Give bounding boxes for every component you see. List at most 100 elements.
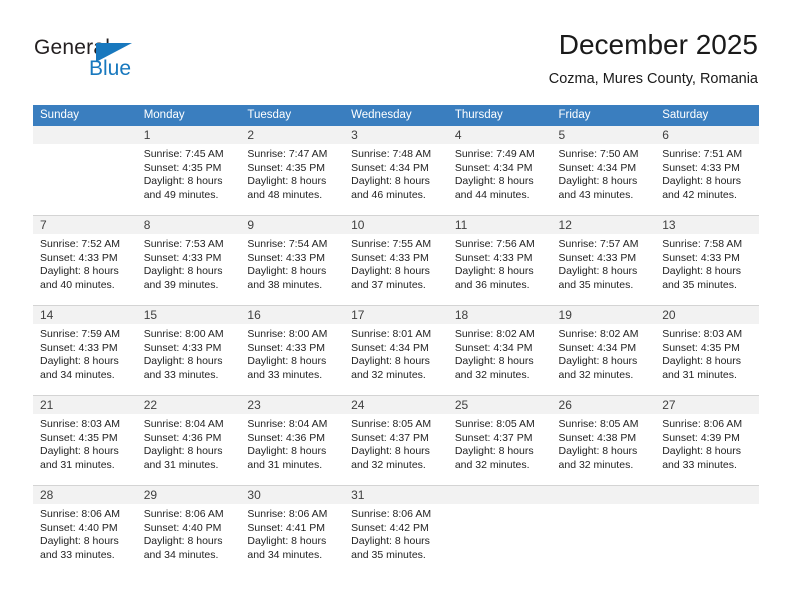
day-sun-info: Sunrise: 7:47 AM Sunset: 4:35 PM Daylight:…	[240, 144, 344, 202]
daylight-text-line2: and 37 minutes.	[351, 278, 426, 291]
day-sun-info: Sunrise: 7:49 AM Sunset: 4:34 PM Daylight:…	[448, 144, 552, 202]
day-cell: 21 Sunrise: 8:03 AM Sunset: 4:35 PM Dayligh…	[33, 396, 137, 485]
day-cell: 23 Sunrise: 8:04 AM Sunset: 4:36 PM Dayligh…	[240, 396, 345, 485]
weekday-header-monday: Monday	[136, 105, 241, 126]
weekday-header-tuesday: Tuesday	[240, 105, 345, 126]
day-number: 5	[551, 126, 656, 144]
calendar-cell[interactable]: 30 Sunrise: 8:06 AM Sunset: 4:41 PM Dayligh…	[240, 485, 345, 575]
sunrise-text: Sunrise: 7:56 AM	[454, 238, 535, 250]
calendar-cell[interactable]: 22 Sunrise: 8:04 AM Sunset: 4:36 PM Dayligh…	[136, 395, 241, 486]
sunset-text: Sunset: 4:33 PM	[143, 251, 222, 264]
day-cell: 28 Sunrise: 8:06 AM Sunset: 4:40 PM Dayligh…	[33, 486, 137, 575]
sunrise-text: Sunrise: 8:01 AM	[351, 328, 432, 340]
sunset-text: Sunset: 4:39 PM	[662, 431, 740, 444]
sunrise-text: Sunrise: 8:04 AM	[247, 418, 328, 430]
daylight-text-line1: Daylight: 8 hours	[143, 355, 223, 368]
weekday-header-friday: Friday	[551, 105, 656, 126]
sunset-text: Sunset: 4:33 PM	[247, 251, 326, 264]
day-number: 25	[447, 396, 552, 414]
calendar-cell[interactable]: 5 Sunrise: 7:50 AM Sunset: 4:34 PM Daylight…	[551, 126, 656, 216]
calendar-cell[interactable]: 19 Sunrise: 8:02 AM Sunset: 4:34 PM Dayligh…	[551, 305, 656, 396]
calendar-cell[interactable]: 31 Sunrise: 8:06 AM Sunset: 4:42 PM Dayligh…	[344, 485, 448, 575]
day-number: 4	[447, 126, 552, 144]
calendar-cell[interactable]: 23 Sunrise: 8:04 AM Sunset: 4:36 PM Dayligh…	[240, 395, 345, 486]
daylight-text-line1: Daylight: 8 hours	[247, 175, 327, 188]
daylight-text-line2: and 33 minutes.	[143, 368, 219, 381]
day-cell: 7 Sunrise: 7:52 AM Sunset: 4:33 PM Daylight…	[33, 216, 137, 305]
calendar-cell[interactable]: 21 Sunrise: 8:03 AM Sunset: 4:35 PM Dayligh…	[33, 395, 137, 486]
day-sun-info: Sunrise: 7:50 AM Sunset: 4:34 PM Daylight:…	[552, 144, 656, 202]
daylight-text-line2: and 31 minutes.	[662, 368, 737, 381]
day-cell: 11 Sunrise: 7:56 AM Sunset: 4:33 PM Dayligh…	[447, 216, 552, 305]
calendar-cell[interactable]: 3 Sunrise: 7:48 AM Sunset: 4:34 PM Daylight…	[344, 126, 448, 216]
calendar-cell[interactable]: 17 Sunrise: 8:01 AM Sunset: 4:34 PM Dayligh…	[344, 305, 448, 396]
daylight-text-line1: Daylight: 8 hours	[247, 355, 327, 368]
calendar-cell[interactable]: 24 Sunrise: 8:05 AM Sunset: 4:37 PM Dayligh…	[344, 395, 448, 486]
daylight-text-line2: and 46 minutes.	[351, 188, 426, 201]
calendar-week-row: 7 Sunrise: 7:52 AM Sunset: 4:33 PM Daylight…	[33, 215, 759, 306]
day-cell: 16 Sunrise: 8:00 AM Sunset: 4:33 PM Dayligh…	[240, 306, 345, 395]
calendar-cell[interactable]: 26 Sunrise: 8:05 AM Sunset: 4:38 PM Dayligh…	[551, 395, 656, 486]
weekday-header-row: Sunday Monday Tuesday Wednesday Thursday…	[33, 105, 759, 126]
calendar-cell[interactable]: 13 Sunrise: 7:58 AM Sunset: 4:33 PM Dayligh…	[655, 215, 759, 306]
sunrise-text: Sunrise: 7:58 AM	[662, 238, 743, 250]
sunrise-text: Sunrise: 7:53 AM	[143, 238, 224, 250]
generalblue-logo[interactable]: General Blue	[34, 36, 214, 92]
calendar-cell[interactable]: 2 Sunrise: 7:47 AM Sunset: 4:35 PM Daylight…	[240, 126, 345, 216]
daylight-text-line1: Daylight: 8 hours	[454, 175, 534, 188]
calendar-cell[interactable]: 8 Sunrise: 7:53 AM Sunset: 4:33 PM Daylight…	[136, 215, 241, 306]
calendar-cell[interactable]: 9 Sunrise: 7:54 AM Sunset: 4:33 PM Daylight…	[240, 215, 345, 306]
daylight-text-line1: Daylight: 8 hours	[351, 535, 430, 548]
day-sun-info: Sunrise: 7:45 AM Sunset: 4:35 PM Daylight:…	[137, 144, 241, 202]
calendar-cell[interactable]: 12 Sunrise: 7:57 AM Sunset: 4:33 PM Dayligh…	[551, 215, 656, 306]
calendar-body: 1 Sunrise: 7:45 AM Sunset: 4:35 PM Daylight…	[33, 126, 759, 575]
sunrise-text: Sunrise: 8:06 AM	[143, 508, 224, 520]
calendar-cell[interactable]: 20 Sunrise: 8:03 AM Sunset: 4:35 PM Dayligh…	[655, 305, 759, 396]
calendar-cell[interactable]: 4 Sunrise: 7:49 AM Sunset: 4:34 PM Daylight…	[447, 126, 552, 216]
day-sun-info: Sunrise: 8:04 AM Sunset: 4:36 PM Daylight:…	[240, 414, 344, 472]
calendar-cell[interactable]: 15 Sunrise: 8:00 AM Sunset: 4:33 PM Dayligh…	[136, 305, 241, 396]
calendar-cell[interactable]: 1 Sunrise: 7:45 AM Sunset: 4:35 PM Daylight…	[136, 126, 241, 216]
daylight-text-line1: Daylight: 8 hours	[143, 445, 223, 458]
sunset-text: Sunset: 4:38 PM	[558, 431, 637, 444]
calendar-cell[interactable]: 28 Sunrise: 8:06 AM Sunset: 4:40 PM Dayligh…	[33, 485, 137, 575]
sunset-text: Sunset: 4:34 PM	[351, 341, 429, 354]
daylight-text-line2: and 32 minutes.	[454, 368, 530, 381]
day-sun-info: Sunrise: 8:05 AM Sunset: 4:37 PM Daylight:…	[448, 414, 552, 472]
page-title: December 2025	[558, 29, 758, 60]
sunset-text: Sunset: 4:37 PM	[454, 431, 533, 444]
sunrise-text: Sunrise: 7:49 AM	[454, 148, 535, 160]
page-subtitle: Cozma, Mures County, Romania	[548, 71, 758, 87]
calendar-cell[interactable]: 7 Sunrise: 7:52 AM Sunset: 4:33 PM Daylight…	[33, 215, 137, 306]
sunrise-text: Sunrise: 8:05 AM	[558, 418, 639, 430]
sunrise-text: Sunrise: 7:51 AM	[662, 148, 743, 160]
daylight-text-line1: Daylight: 8 hours	[558, 445, 638, 458]
daylight-text-line2: and 31 minutes.	[143, 458, 219, 471]
page-header: General Blue December 2025 Cozma, Mures …	[0, 0, 792, 100]
sunrise-text: Sunrise: 7:50 AM	[558, 148, 639, 160]
day-sun-info: Sunrise: 8:06 AM Sunset: 4:39 PM Daylight:…	[655, 414, 759, 472]
calendar-cell[interactable]: 25 Sunrise: 8:05 AM Sunset: 4:37 PM Dayligh…	[447, 395, 552, 486]
sunrise-text: Sunrise: 7:59 AM	[40, 328, 120, 340]
calendar-cell[interactable]: 27 Sunrise: 8:06 AM Sunset: 4:39 PM Dayligh…	[655, 395, 759, 486]
day-sun-info: Sunrise: 8:01 AM Sunset: 4:34 PM Daylight:…	[344, 324, 448, 382]
calendar-cell[interactable]: 16 Sunrise: 8:00 AM Sunset: 4:33 PM Dayligh…	[240, 305, 345, 396]
daylight-text-line2: and 31 minutes.	[247, 458, 323, 471]
day-number: 27	[655, 396, 759, 414]
calendar-cell[interactable]: 14 Sunrise: 7:59 AM Sunset: 4:33 PM Dayligh…	[33, 305, 137, 396]
calendar-cell[interactable]: 29 Sunrise: 8:06 AM Sunset: 4:40 PM Dayligh…	[136, 485, 241, 575]
day-number: 14	[33, 306, 137, 324]
sunset-text: Sunset: 4:35 PM	[662, 341, 740, 354]
day-cell: 14 Sunrise: 7:59 AM Sunset: 4:33 PM Dayligh…	[33, 306, 137, 395]
day-sun-info: Sunrise: 8:05 AM Sunset: 4:37 PM Daylight:…	[344, 414, 448, 472]
day-number: 20	[655, 306, 759, 324]
calendar-cell[interactable]: 6 Sunrise: 7:51 AM Sunset: 4:33 PM Daylight…	[655, 126, 759, 216]
daylight-text-line2: and 39 minutes.	[143, 278, 219, 291]
calendar-cell[interactable]: 18 Sunrise: 8:02 AM Sunset: 4:34 PM Dayligh…	[447, 305, 552, 396]
day-number	[33, 126, 137, 144]
calendar-cell[interactable]: 10 Sunrise: 7:55 AM Sunset: 4:33 PM Dayligh…	[344, 215, 448, 306]
day-number: 1	[136, 126, 241, 144]
day-sun-info: Sunrise: 7:48 AM Sunset: 4:34 PM Daylight:…	[344, 144, 448, 202]
calendar-cell[interactable]: 11 Sunrise: 7:56 AM Sunset: 4:33 PM Dayligh…	[447, 215, 552, 306]
daylight-text-line2: and 32 minutes.	[351, 368, 426, 381]
